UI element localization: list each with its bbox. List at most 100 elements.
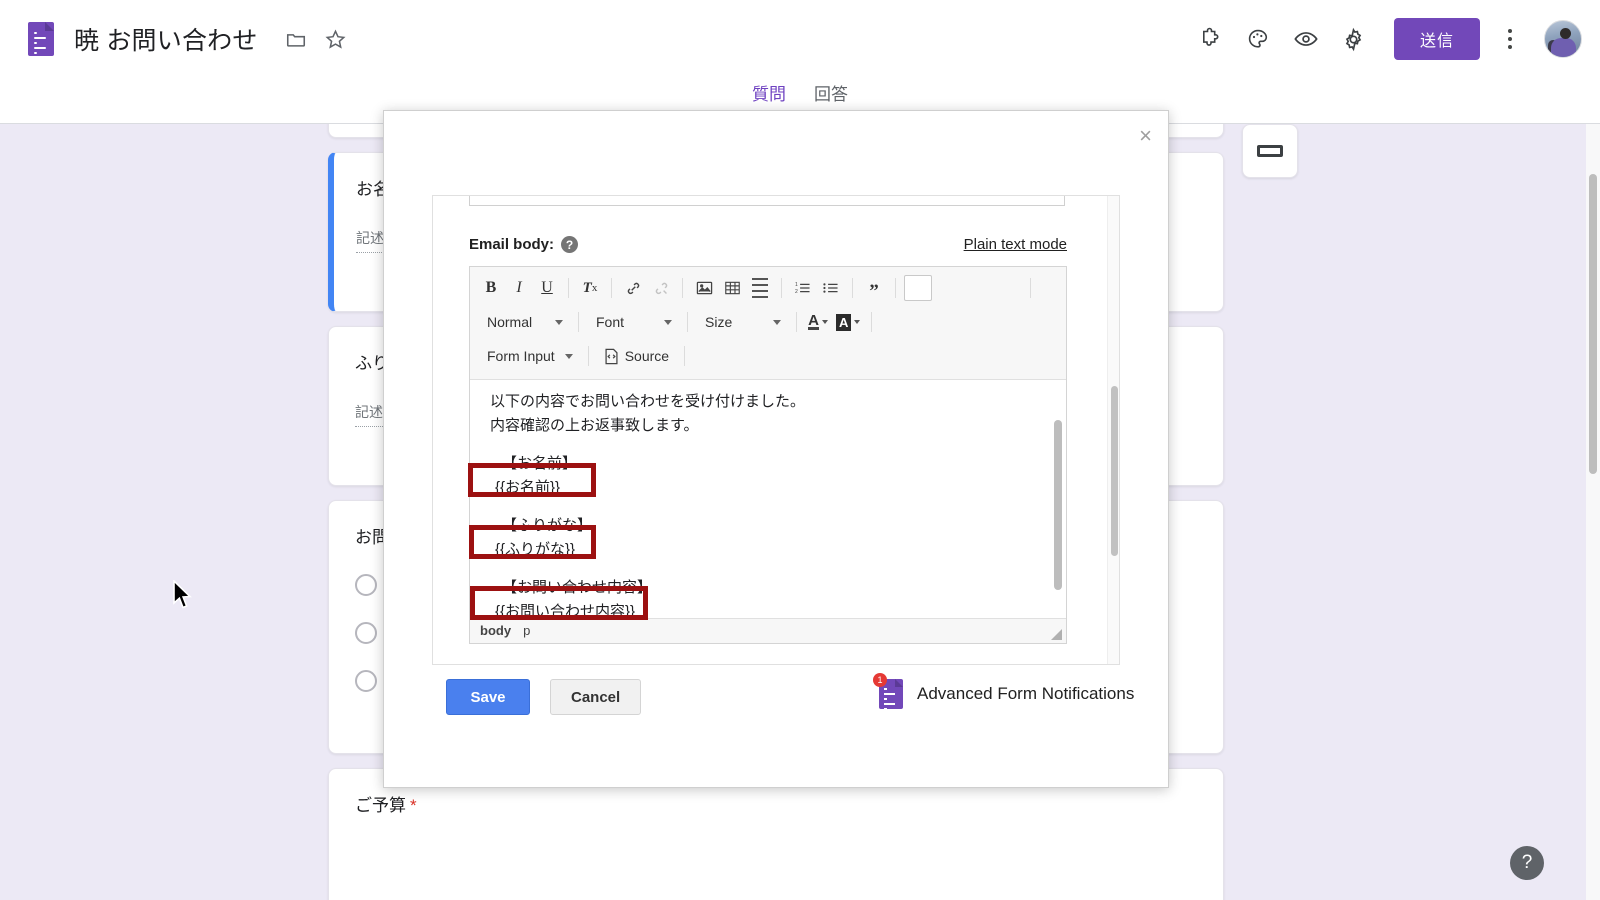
svg-text:1: 1 <box>795 282 798 288</box>
kebab-menu-icon[interactable] <box>1490 17 1530 61</box>
align-center-icon[interactable] <box>934 275 962 301</box>
body-line: 【お名前】 <box>502 455 578 472</box>
dialog-scrollbar-thumb[interactable] <box>1111 386 1118 556</box>
advanced-form-notifications-label[interactable]: Advanced Form Notifications <box>917 684 1134 704</box>
page-scrollbar[interactable] <box>1586 124 1600 900</box>
plain-text-mode-link[interactable]: Plain text mode <box>964 236 1067 253</box>
app-root: 暁 お問い合わせ 送信 質問 回答 お名前 記述 記述 ご予算 * ? × Em… <box>0 0 1600 900</box>
remove-format-icon[interactable]: Tx <box>577 275 603 301</box>
dialog-body: Email body: ? Plain text mode B I U Tx 1… <box>432 195 1120 665</box>
cancel-button[interactable]: Cancel <box>550 679 642 715</box>
element-path-p[interactable]: p <box>523 623 530 638</box>
font-select[interactable]: Font <box>587 309 679 335</box>
font-select-value: Font <box>596 314 625 330</box>
email-body-label: Email body: ? <box>469 236 579 253</box>
image-icon[interactable] <box>691 275 717 301</box>
background-color-letter: A <box>836 313 852 331</box>
editor-element-path: body p <box>470 617 1066 643</box>
toolbar-separator <box>1030 278 1031 298</box>
element-path-body[interactable]: body <box>480 623 511 638</box>
form-input-select-value: Form Input <box>487 348 555 364</box>
dialog-scrollbar[interactable] <box>1107 196 1119 664</box>
page-scrollbar-thumb[interactable] <box>1589 174 1597 474</box>
chevron-down-icon <box>773 319 781 325</box>
bulleted-list-icon[interactable] <box>818 275 844 301</box>
body-line: 内容確認の上お返事致します。 <box>490 417 699 434</box>
blockquote-icon[interactable]: ” <box>861 275 887 301</box>
editor-toolbar-row-1: B I U Tx 1 2 ” <box>478 271 1058 305</box>
subject-field-clipped[interactable] <box>469 196 1065 206</box>
toolbar-separator <box>687 312 688 332</box>
source-button-label: Source <box>624 348 670 364</box>
google-forms-icon <box>28 22 54 59</box>
save-button[interactable]: Save <box>446 679 530 715</box>
text-color-icon[interactable]: A <box>805 309 831 335</box>
toolbar-separator <box>852 278 853 298</box>
advanced-form-notifications[interactable]: 1 Advanced Form Notifications <box>873 673 1134 715</box>
underline-icon[interactable]: U <box>534 275 560 301</box>
email-body-content[interactable]: 以下の内容でお問い合わせを受け付けました。 内容確認の上お返事致します。 【お名… <box>470 380 1066 618</box>
chevron-down-icon <box>664 319 672 325</box>
form-card-title-text: ご予算 <box>355 796 406 815</box>
question-mark-icon[interactable]: ? <box>561 236 579 253</box>
rectangle-icon[interactable] <box>1257 145 1283 157</box>
gear-icon[interactable] <box>1332 17 1376 61</box>
toolbar-separator <box>568 278 569 298</box>
forms-addon-icon: 1 <box>873 673 903 715</box>
body-line: 【ふりがな】 <box>502 517 593 534</box>
body-line-placeholder-inquiry: {{お問い合わせ内容}} <box>495 603 636 618</box>
toolbar-separator <box>587 346 589 366</box>
resize-grip[interactable] <box>1051 629 1062 640</box>
align-justify-icon[interactable] <box>994 275 1022 301</box>
svg-text:2: 2 <box>795 289 798 295</box>
avatar[interactable] <box>1544 20 1582 58</box>
palette-icon[interactable] <box>1236 17 1280 61</box>
toolbar-separator <box>684 346 686 366</box>
editor-toolbar: B I U Tx 1 2 ” Normal Font Size A A Form… <box>470 267 1066 380</box>
form-card-title: ご予算 * <box>355 791 1197 816</box>
toolbar-separator <box>578 312 579 332</box>
radio-button-icon[interactable] <box>355 622 377 644</box>
text-color-letter: A <box>808 312 819 330</box>
close-icon[interactable]: × <box>1139 125 1152 147</box>
toolbar-separator <box>895 278 896 298</box>
chevron-down-icon <box>854 320 861 324</box>
body-line: 【お問い合わせ内容】 <box>502 579 653 596</box>
link-icon[interactable] <box>620 275 646 301</box>
bold-icon[interactable]: B <box>478 275 504 301</box>
toolbar-separator <box>682 278 683 298</box>
eye-icon[interactable] <box>1284 17 1328 61</box>
table-icon[interactable] <box>719 275 745 301</box>
dialog-actions: Save Cancel <box>446 679 642 715</box>
radio-button-icon[interactable] <box>355 574 377 596</box>
numbered-list-icon[interactable]: 1 2 <box>790 275 816 301</box>
italic-icon[interactable]: I <box>506 275 532 301</box>
help-button[interactable]: ? <box>1510 846 1544 880</box>
size-select[interactable]: Size <box>696 309 788 335</box>
required-asterisk: * <box>410 796 417 815</box>
align-left-icon[interactable] <box>904 275 932 301</box>
editor-toolbar-row-3: Form Input Source <box>478 339 1058 373</box>
align-right-icon[interactable] <box>964 275 992 301</box>
horizontal-rule-icon[interactable] <box>747 275 773 301</box>
body-line-blank <box>490 500 1048 514</box>
paragraph-format-select[interactable]: Normal <box>478 309 570 335</box>
editor-scrollbar-thumb[interactable] <box>1054 420 1062 590</box>
puzzle-piece-icon[interactable] <box>1188 17 1232 61</box>
folder-icon[interactable] <box>276 19 316 59</box>
chevron-down-icon <box>821 320 828 324</box>
send-button[interactable]: 送信 <box>1393 18 1480 60</box>
side-toolbar[interactable] <box>1242 124 1298 178</box>
email-body-label-text: Email body: <box>469 236 555 253</box>
toolbar-separator <box>871 312 873 332</box>
page-title[interactable]: 暁 お問い合わせ <box>74 21 258 57</box>
toolbar-separator <box>611 278 612 298</box>
background-color-icon[interactable]: A <box>833 309 863 335</box>
email-body-header: Email body: ? Plain text mode <box>469 236 1067 253</box>
notification-badge: 1 <box>873 673 887 687</box>
form-input-select[interactable]: Form Input <box>478 343 580 369</box>
body-line: 以下の内容でお問い合わせを受け付けました。 <box>490 393 806 410</box>
radio-button-icon[interactable] <box>355 670 377 692</box>
star-icon[interactable] <box>316 19 356 59</box>
source-button[interactable]: Source <box>597 343 676 369</box>
